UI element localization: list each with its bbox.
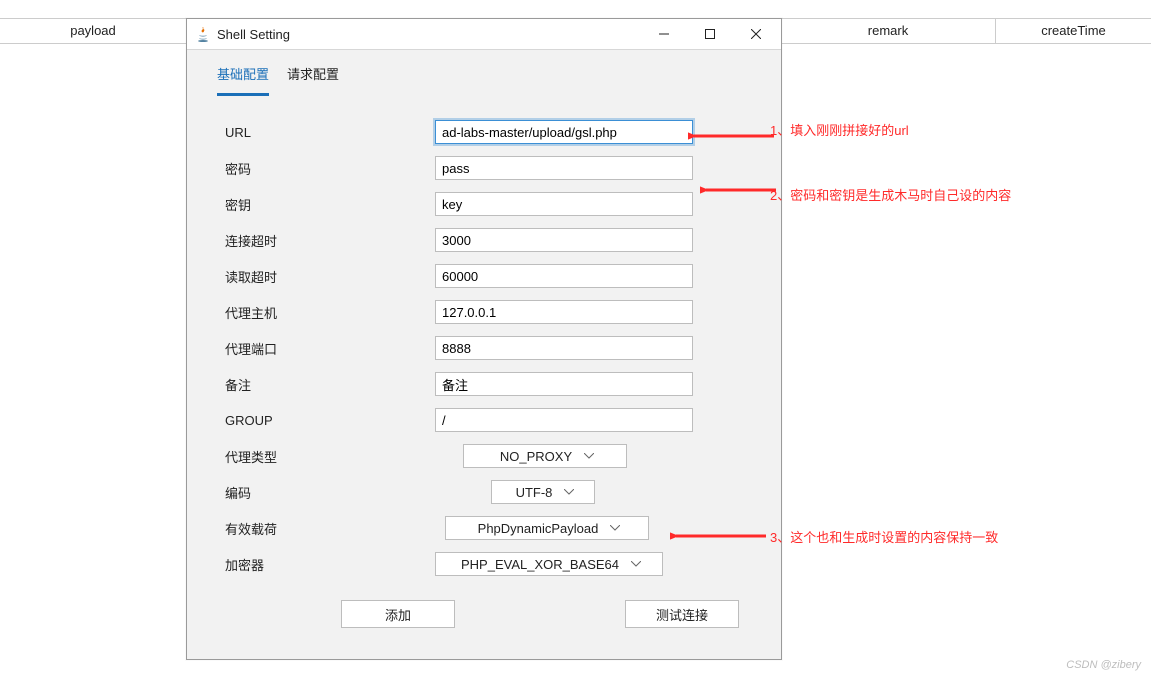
watermark: CSDN @zibery [1066,659,1141,671]
chevron-down-icon [584,453,594,459]
encoding-value: UTF-8 [516,485,553,500]
shell-setting-dialog: Shell Setting 基础配置 请求配置 URL 密码 密钥 连接超时 [186,18,782,660]
label-secret: 密钥 [225,195,435,214]
encryptor-value: PHP_EVAL_XOR_BASE64 [461,557,619,572]
chevron-down-icon [564,489,574,495]
url-input[interactable] [435,120,693,144]
chevron-down-icon [610,525,620,531]
label-encryptor: 加密器 [225,555,435,574]
chevron-down-icon [631,561,641,567]
label-proxy-host: 代理主机 [225,303,435,322]
group-input[interactable] [435,408,693,432]
java-icon [195,26,211,42]
bg-col-createtime: createTime [996,19,1151,43]
proxy-host-input[interactable] [435,300,693,324]
add-button[interactable]: 添加 [341,600,455,628]
tab-request-config[interactable]: 请求配置 [287,64,339,96]
window-title: Shell Setting [217,27,641,42]
proxy-type-value: NO_PROXY [500,449,572,464]
annotation-1: 1、填入刚刚拼接好的url [770,120,909,139]
payload-select[interactable]: PhpDynamicPayload [445,516,649,540]
label-proxy-port: 代理端口 [225,339,435,358]
annotation-3: 3、这个也和生成时设置的内容保持一致 [770,527,998,546]
encoding-select[interactable]: UTF-8 [491,480,595,504]
payload-value: PhpDynamicPayload [478,521,599,536]
test-connection-button[interactable]: 测试连接 [625,600,739,628]
label-payload: 有效载荷 [225,519,435,538]
close-button[interactable] [733,19,779,49]
proxy-port-input[interactable] [435,336,693,360]
label-encoding: 编码 [225,483,435,502]
label-read-timeout: 读取超时 [225,267,435,286]
label-group: GROUP [225,413,435,428]
minimize-button[interactable] [641,19,687,49]
proxy-type-select[interactable]: NO_PROXY [463,444,627,468]
label-remark: 备注 [225,375,435,394]
maximize-button[interactable] [687,19,733,49]
annotation-2: 2、密码和密钥是生成木马时自己设的内容 [770,185,1011,204]
titlebar[interactable]: Shell Setting [187,19,781,50]
tab-basic-config[interactable]: 基础配置 [217,64,269,96]
tabbar: 基础配置 请求配置 [187,50,781,96]
label-url: URL [225,125,435,140]
bg-col-payload: payload [0,19,187,43]
remark-input[interactable] [435,372,693,396]
conn-timeout-input[interactable] [435,228,693,252]
label-password: 密码 [225,159,435,178]
password-input[interactable] [435,156,693,180]
encryptor-select[interactable]: PHP_EVAL_XOR_BASE64 [435,552,663,576]
label-proxy-type: 代理类型 [225,447,435,466]
label-conn-timeout: 连接超时 [225,231,435,250]
secret-input[interactable] [435,192,693,216]
form: URL 密码 密钥 连接超时 读取超时 代理主机 代理端口 备注 [187,96,781,628]
bg-col-remark: remark [781,19,996,43]
read-timeout-input[interactable] [435,264,693,288]
